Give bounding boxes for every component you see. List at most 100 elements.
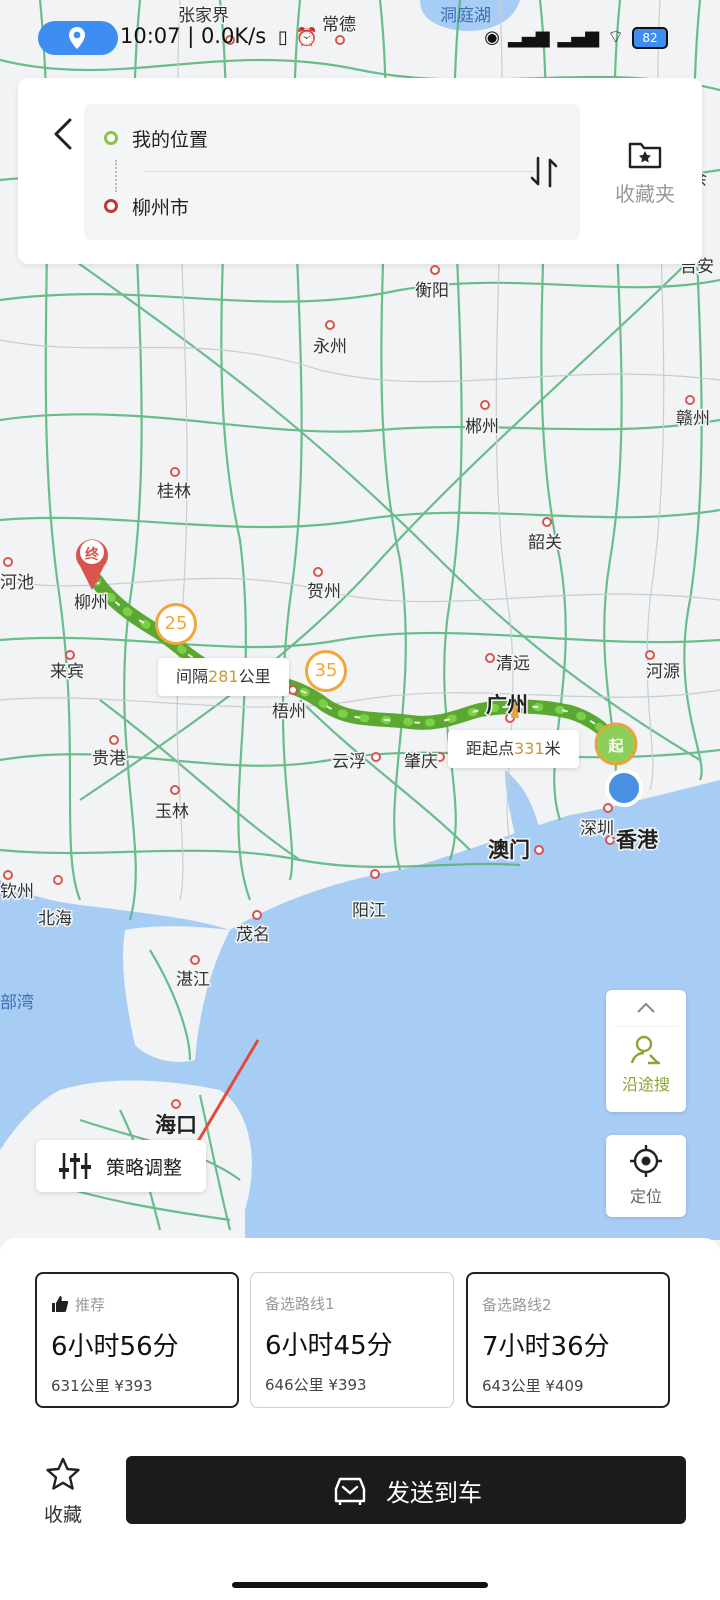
- route-tag-label: 推荐: [75, 1295, 106, 1314]
- route-duration: 7小时36分: [482, 1332, 610, 1362]
- city-label: 玉林: [155, 802, 189, 822]
- locate-button[interactable]: 定位: [606, 1135, 686, 1217]
- favorites-folder-button[interactable]: 收藏夹: [600, 138, 690, 207]
- status-time-speed: 10:07 | 0.0K/s: [120, 24, 267, 48]
- home-indicator[interactable]: [232, 1582, 488, 1588]
- route-input-card: 我的位置 柳州市 收藏夹: [18, 78, 702, 264]
- sea-label: 部湾: [0, 993, 34, 1013]
- city-label: 清远: [496, 654, 530, 674]
- battery-icon: 82: [632, 26, 668, 49]
- city-label: 桂林: [157, 482, 191, 502]
- end-marker-label: 终: [85, 546, 100, 563]
- distance-value: 331: [514, 739, 545, 758]
- city-label: 梧州: [272, 702, 306, 722]
- vibrate-icon: ▯: [277, 27, 288, 48]
- swap-button[interactable]: [524, 152, 564, 192]
- city-label: 郴州: [465, 417, 499, 437]
- route-option-alt1[interactable]: 备选路线1 6小时45分 646公里 ¥393: [250, 1272, 454, 1408]
- city-label: 云浮: [332, 752, 366, 772]
- city-label: 北海: [38, 909, 72, 929]
- location-dot-icon: ◉: [484, 27, 501, 48]
- status-bar: 10:07 | 0.0K/s ▯ ⏰ ◉ ▂▄▆ ▂▄▆ ⌔ 82: [0, 18, 720, 60]
- route-tag: 备选路线2: [482, 1294, 668, 1314]
- interval-suffix: 公里: [238, 667, 271, 686]
- collect-label: 收藏: [43, 1504, 82, 1526]
- city-label: 来宾: [50, 662, 84, 682]
- destination-field[interactable]: 柳州市: [104, 186, 189, 226]
- city-label: 广州: [486, 693, 528, 717]
- city-label: 阳江: [352, 901, 386, 921]
- city-label: 贵港: [92, 749, 126, 769]
- route-tag: 备选路线1: [265, 1293, 453, 1313]
- back-button[interactable]: [46, 112, 82, 156]
- origin-dot-icon: [104, 131, 118, 145]
- city-label: 赣州: [676, 409, 710, 429]
- route-distance-cost: 646公里 ¥393: [265, 1376, 367, 1394]
- route-duration: 6小时45分: [265, 1331, 393, 1361]
- city-label: 钦州: [0, 882, 34, 902]
- city-label: 永州: [313, 337, 347, 357]
- route-inputs: 我的位置 柳州市: [84, 104, 580, 240]
- route-option-alt2[interactable]: 备选路线2 7小时36分 643公里 ¥409: [466, 1272, 670, 1408]
- crosshair-icon: [630, 1145, 662, 1177]
- chevron-up-icon[interactable]: [634, 1000, 658, 1016]
- city-label: 衡阳: [415, 281, 449, 301]
- route-bottom-sheet: 推荐 6小时56分 631公里 ¥393 备选路线1 6小时45分 646公里 …: [0, 1238, 720, 1600]
- strategy-adjust-label: 策略调整: [106, 1156, 183, 1179]
- chevron-left-icon: [54, 118, 72, 150]
- folder-star-icon: [628, 142, 662, 169]
- along-route-search-label: 沿途搜: [621, 1075, 670, 1094]
- swap-arrows-icon: [530, 156, 558, 188]
- location-status-pill[interactable]: [38, 21, 118, 55]
- collect-button[interactable]: 收藏: [38, 1456, 88, 1527]
- start-marker-label: 起: [607, 737, 624, 755]
- city-label: 韶关: [528, 533, 562, 553]
- city-label: 湛江: [176, 970, 210, 990]
- destination-dot-icon: [104, 199, 118, 213]
- speed-limit-badge: 25: [155, 603, 197, 645]
- star-icon: [46, 1457, 80, 1490]
- strategy-adjust-button[interactable]: 策略调整: [36, 1140, 206, 1192]
- car-icon: [334, 1477, 366, 1505]
- route-tag-label: 备选路线2: [482, 1295, 552, 1314]
- along-route-search-button[interactable]: 沿途搜: [606, 1027, 686, 1095]
- route-option-recommended[interactable]: 推荐 6小时56分 631公里 ¥393: [35, 1272, 239, 1408]
- location-pin-icon: [69, 27, 85, 49]
- interval-value: 281: [208, 667, 239, 686]
- signal-icon: ▂▄▆: [557, 27, 600, 48]
- origin-text: 我的位置: [132, 128, 209, 151]
- city-label: 茂名: [236, 925, 270, 945]
- along-route-search-panel: 沿途搜: [606, 990, 686, 1112]
- distance-prefix: 距起点: [466, 739, 515, 758]
- city-label: 澳门: [488, 838, 530, 862]
- thumbs-up-icon: [52, 1296, 69, 1312]
- route-distance-cost: 631公里 ¥393: [51, 1377, 153, 1395]
- alarm-icon: ⏰: [295, 27, 319, 48]
- speed-limit-badge: 35: [305, 650, 347, 692]
- route-distance-cost: 643公里 ¥409: [482, 1377, 584, 1395]
- destination-text: 柳州市: [132, 196, 190, 219]
- sliders-icon: [59, 1153, 91, 1179]
- city-label: 深圳: [580, 819, 614, 839]
- wifi-icon: ⌔: [607, 27, 624, 48]
- city-label: 肇庆: [404, 752, 438, 772]
- city-label: 柳州: [74, 593, 108, 613]
- interval-label: 间隔281公里: [158, 658, 289, 696]
- favorites-label: 收藏夹: [615, 182, 675, 206]
- origin-field[interactable]: 我的位置: [104, 118, 208, 158]
- distance-suffix: 米: [544, 739, 561, 758]
- city-label: 河源: [646, 662, 680, 682]
- send-to-car-label: 发送到车: [386, 1478, 482, 1507]
- status-icons: ▯ ⏰ ◉ ▂▄▆ ▂▄▆ ⌔ 82: [278, 26, 668, 49]
- send-to-car-button[interactable]: 发送到车: [126, 1456, 686, 1524]
- route-tag: 推荐: [51, 1294, 237, 1314]
- locate-label: 定位: [629, 1187, 662, 1206]
- signal-icon: ▂▄▆: [508, 27, 550, 48]
- person-search-icon: [630, 1035, 660, 1065]
- city-label: 海口: [155, 1113, 197, 1137]
- city-label: 香港: [616, 828, 659, 852]
- route-duration: 6小时56分: [51, 1332, 179, 1362]
- city-label: 贺州: [307, 582, 341, 602]
- distance-from-start-label: 距起点331米: [448, 730, 579, 768]
- interval-prefix: 间隔: [176, 667, 209, 686]
